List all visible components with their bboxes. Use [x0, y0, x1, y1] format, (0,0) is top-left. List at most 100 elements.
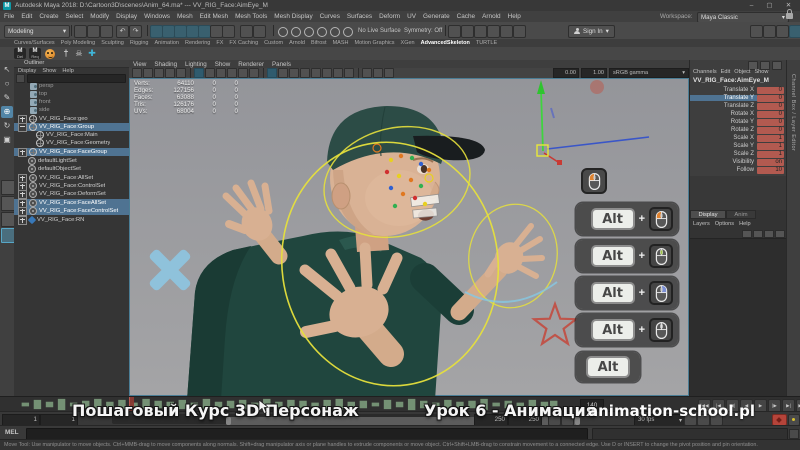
panel-menu-view[interactable]: View: [133, 61, 146, 68]
minimize-button[interactable]: –: [744, 1, 759, 10]
shelf-item-skull-icon[interactable]: ☠: [73, 48, 85, 59]
shelf-tab[interactable]: Arnold: [289, 40, 305, 46]
motion-blur-icon[interactable]: [333, 68, 343, 78]
new-empty-layer-icon[interactable]: [742, 230, 752, 238]
grid-toggle-icon[interactable]: [194, 68, 204, 78]
select-component-icon[interactable]: [304, 27, 314, 37]
maximize-button[interactable]: ▢: [762, 1, 777, 10]
xray-joints-icon[interactable]: [384, 68, 394, 78]
highlight-selection-icon[interactable]: [253, 25, 266, 38]
shelf-tab[interactable]: Motion Graphics: [354, 40, 394, 46]
expand-icon[interactable]: [18, 216, 27, 225]
render-current-icon[interactable]: [461, 25, 474, 38]
shelf-tab[interactable]: Sculpting: [101, 40, 124, 46]
channel-follow[interactable]: Follow10: [690, 166, 787, 174]
outliner-item-allset[interactable]: VV_RIG_Face:AllSet: [14, 174, 131, 182]
menu-file[interactable]: File: [4, 13, 14, 20]
shelf-item-dagger-icon[interactable]: †: [60, 48, 72, 59]
shelf-tab[interactable]: MASH: [333, 40, 349, 46]
outliner-item-geo[interactable]: VV_RIG_Face:geo: [14, 115, 131, 123]
resolution-gate-icon[interactable]: [216, 68, 226, 78]
outliner-item-defaultlightset[interactable]: defaultLightSet: [14, 157, 141, 165]
image-plane-icon[interactable]: [176, 68, 186, 78]
scale-tool-icon[interactable]: ▣: [1, 134, 13, 146]
anti-alias-icon[interactable]: [344, 68, 354, 78]
layer-list[interactable]: [690, 238, 787, 397]
menu-cache[interactable]: Cache: [457, 13, 475, 20]
show-menu[interactable]: Show: [754, 69, 768, 75]
launch-render-icon[interactable]: [513, 25, 526, 38]
select-mask-icon[interactable]: [317, 27, 327, 37]
redo-icon[interactable]: ↷: [129, 25, 142, 38]
outliner-item-defaultobjectset[interactable]: defaultObjectSet: [14, 165, 141, 173]
snap-together-icon[interactable]: [222, 25, 235, 38]
panel-menu-panels[interactable]: Panels: [272, 61, 291, 68]
layout-single-pane-button[interactable]: [1, 180, 15, 195]
ipr-render-icon[interactable]: [474, 25, 487, 38]
sidebar-toggle-toolsettings-icon[interactable]: [776, 25, 789, 38]
gate-mask-icon[interactable]: [227, 68, 237, 78]
open-scene-icon[interactable]: [87, 25, 100, 38]
channel-scale-y[interactable]: Scale Y1: [690, 142, 787, 150]
expand-icon[interactable]: [18, 207, 27, 216]
outliner-menu-display[interactable]: Display: [18, 68, 36, 74]
character-head[interactable]: [327, 106, 485, 236]
menu-edit[interactable]: Edit: [21, 13, 32, 20]
undo-icon[interactable]: ↶: [116, 25, 129, 38]
outliner-menu-help[interactable]: Help: [62, 68, 74, 74]
menu-mesh[interactable]: Mesh: [177, 13, 193, 20]
help-menu[interactable]: Help: [739, 221, 751, 227]
outliner-item-side[interactable]: side: [14, 106, 143, 114]
sidebar-toggle-attreditor-icon[interactable]: [763, 25, 776, 38]
character-body[interactable]: [187, 224, 441, 396]
outliner-item-group[interactable]: VV_RIG_Face:Group: [14, 123, 131, 131]
menu-edit-mesh[interactable]: Edit Mesh: [200, 13, 228, 20]
shelf-item-mel-del[interactable]: M Del: [14, 48, 26, 59]
sidebar-toggle-workspace-icon[interactable]: [789, 25, 800, 38]
isolate-select-icon[interactable]: [362, 68, 372, 78]
camera-attributes-icon[interactable]: [154, 68, 164, 78]
menu-help[interactable]: Help: [508, 13, 521, 20]
colorspace-dropdown[interactable]: sRGB gamma▾: [609, 68, 689, 78]
script-editor-icon[interactable]: [789, 429, 799, 439]
shelf-tab[interactable]: Curves/Surfaces: [14, 40, 55, 46]
outliner-item-referencenode[interactable]: VV_RIG_Face:RN: [14, 216, 131, 224]
exposure-field[interactable]: 0.00: [553, 68, 579, 78]
panel-menu-shading[interactable]: Shading: [154, 61, 177, 68]
symmetry-label[interactable]: Symmetry: Off: [404, 28, 442, 34]
viewport-canvas[interactable]: Verts:6411000 Edges:12715600 Faces:63088…: [129, 78, 689, 396]
lock-camera-icon[interactable]: [143, 68, 153, 78]
menu-display[interactable]: Display: [116, 13, 137, 20]
render-view-icon[interactable]: [448, 25, 461, 38]
shelf-tab[interactable]: Rigging: [130, 40, 149, 46]
menu-curves[interactable]: Curves: [320, 13, 340, 20]
expand-icon[interactable]: [18, 148, 27, 157]
tab-display-layers[interactable]: Display: [690, 210, 726, 219]
menu-mesh-display[interactable]: Mesh Display: [274, 13, 312, 20]
menu-deform[interactable]: Deform: [379, 13, 400, 20]
rotate-tool-icon[interactable]: ↻: [1, 120, 13, 132]
shelf-tab[interactable]: Rendering: [185, 40, 210, 46]
tab-channel-box-layer-editor[interactable]: Channel Box / Layer Editor: [790, 74, 796, 151]
shelf-tab[interactable]: TURTLE: [476, 40, 497, 46]
field-chart-icon[interactable]: [238, 68, 248, 78]
object-menu[interactable]: Object: [734, 69, 750, 75]
select-mask3-icon[interactable]: [343, 27, 353, 37]
lock-selection-icon[interactable]: [240, 25, 253, 38]
shadows-icon[interactable]: [311, 68, 321, 78]
menuset-dropdown[interactable]: Modeling▾: [4, 25, 70, 38]
panel-menu-renderer[interactable]: Renderer: [238, 61, 264, 68]
menu-modify[interactable]: Modify: [90, 13, 109, 20]
select-camera-icon[interactable]: [132, 68, 142, 78]
channel-scale-z[interactable]: Scale Z1: [690, 150, 787, 158]
mel-label[interactable]: MEL: [5, 429, 19, 436]
safe-action-icon[interactable]: [249, 68, 259, 78]
x-cross-control[interactable]: [148, 248, 192, 292]
menu-arnold[interactable]: Arnold: [482, 13, 500, 20]
shelf-tab[interactable]: Animation: [155, 40, 179, 46]
shelf-tab[interactable]: Poly Modeling: [61, 40, 96, 46]
menu-surfaces[interactable]: Surfaces: [347, 13, 372, 20]
shelf-tab[interactable]: XGen: [401, 40, 415, 46]
channel-rotate-z[interactable]: Rotate Z0: [690, 126, 787, 134]
outliner-item-controlset[interactable]: VV_RIG_Face:ControlSet: [14, 182, 131, 190]
